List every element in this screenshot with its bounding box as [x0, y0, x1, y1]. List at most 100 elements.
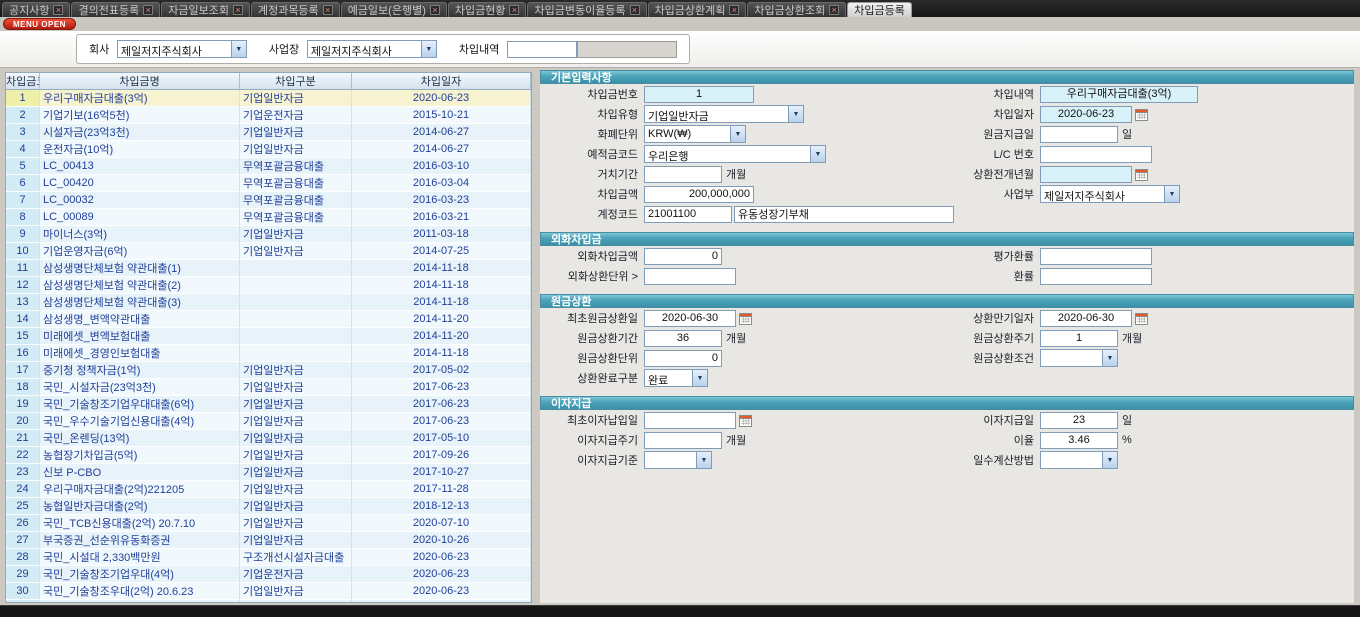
table-row[interactable]: 1우리구매자금대출(3억)기업일반자금2020-06-23 [6, 90, 531, 107]
loan-desc-field[interactable]: 우리구매자금대출(3억) [1040, 86, 1198, 103]
tab-결의전표등록[interactable]: 결의전표등록× [71, 2, 160, 17]
table-row[interactable]: 5LC_00413무역포괄금융대출2016-03-10 [6, 158, 531, 175]
loan-amount-input[interactable] [644, 186, 754, 203]
grid-column-header[interactable]: 차입구분 [240, 73, 352, 90]
principal-pay-day-input[interactable] [1040, 126, 1118, 143]
table-row[interactable]: 29국민_기술창조기업우대(4억)기업운전자금2020-06-23 [6, 566, 531, 583]
table-row[interactable]: 19국민_기술창조기업우대대출(6억)기업일반자금2017-06-23 [6, 396, 531, 413]
tab-close-icon[interactable]: × [509, 5, 519, 15]
table-row[interactable]: 27부국증권_선순위유동화증권기업일반자금2020-10-26 [6, 532, 531, 549]
first-interest-date-input[interactable] [644, 412, 736, 429]
eval-rate-input[interactable] [1040, 248, 1152, 265]
calendar-icon[interactable] [739, 312, 752, 325]
tab-공지사항[interactable]: 공지사항× [2, 2, 70, 17]
tab-차입금상환조회[interactable]: 차입금상환조회× [747, 2, 846, 17]
currency-select[interactable]: KRW(₩) ▼ [644, 125, 746, 143]
tab-close-icon[interactable]: × [729, 5, 739, 15]
loan-type-cell: 기업일반자금 [240, 379, 352, 396]
interest-rate-input[interactable] [1040, 432, 1118, 449]
tab-자금일보조회[interactable]: 자금일보조회× [161, 2, 250, 17]
tab-close-icon[interactable]: × [829, 5, 839, 15]
table-row[interactable]: 3시설자금(23억3천)기업일반자금2014-06-27 [6, 124, 531, 141]
table-row[interactable]: 11삼성생명단체보험 약관대출(1)2014-11-18 [6, 260, 531, 277]
tab-계정과목등록[interactable]: 계정과목등록× [251, 2, 340, 17]
repay-open-ym-field[interactable] [1040, 166, 1132, 183]
interest-basis-select[interactable]: ▼ [644, 451, 712, 469]
tab-차입금상환계획[interactable]: 차입금상환계획× [648, 2, 747, 17]
first-repay-date-input[interactable] [644, 310, 736, 327]
calendar-icon[interactable] [1135, 312, 1148, 325]
loan-date-cell: 2014-06-27 [352, 124, 531, 141]
tab-예금일보(은행별)[interactable]: 예금일보(은행별)× [341, 2, 447, 17]
loan-no-field[interactable]: 1 [644, 86, 754, 103]
deposit-code-select[interactable]: 우리은행 ▼ [644, 145, 826, 163]
tab-close-icon[interactable]: × [233, 5, 243, 15]
table-row[interactable]: 17중기청 정책자금(1억)기업일반자금2017-05-02 [6, 362, 531, 379]
menu-open-button[interactable]: MENU OPEN [3, 18, 76, 30]
division-select[interactable]: 제일저지주식회사 ▼ [1040, 185, 1180, 203]
fx-amount-input[interactable] [644, 248, 722, 265]
maturity-date-input[interactable] [1040, 310, 1132, 327]
interest-cycle-input[interactable] [644, 432, 722, 449]
exchange-rate-input[interactable] [1040, 268, 1152, 285]
tab-close-icon[interactable]: × [630, 5, 640, 15]
table-row[interactable]: 15미래에셋_변액보험대출2014-11-20 [6, 328, 531, 345]
repay-condition-select[interactable]: ▼ [1040, 349, 1118, 367]
grid-column-header[interactable]: 차입금명 [40, 73, 240, 90]
repay-period-input[interactable] [644, 330, 722, 347]
loan-date-field[interactable]: 2020-06-23 [1040, 106, 1132, 123]
exchange-rate-label: 환률 [956, 268, 1040, 284]
account-name-input[interactable] [734, 206, 954, 223]
fx-unit-input[interactable] [644, 268, 736, 285]
lc-number-input[interactable] [1040, 146, 1152, 163]
repay-complete-select[interactable]: 완료 ▼ [644, 369, 708, 387]
tab-close-icon[interactable]: × [143, 5, 153, 15]
table-row[interactable]: 22농협장기차입금(5억)기업일반자금2017-09-26 [6, 447, 531, 464]
table-row[interactable]: 10기업운영자금(6억)기업일반자금2014-07-25 [6, 243, 531, 260]
loan-desc-input[interactable] [507, 41, 577, 58]
table-row[interactable]: 28국민_시설대 2,330백만원구조개선시설자금대출2020-06-23 [6, 549, 531, 566]
grace-period-input[interactable] [644, 166, 722, 183]
tab-close-icon[interactable]: × [323, 5, 333, 15]
table-row[interactable]: 13삼성생명단체보험 약관대출(3)2014-11-18 [6, 294, 531, 311]
loan-date-cell: 2011-03-18 [352, 226, 531, 243]
table-row[interactable]: 21국민_온렌딩(13억)기업일반자금2017-05-10 [6, 430, 531, 447]
grid-column-header[interactable]: 차입금코드 [6, 73, 40, 90]
table-row[interactable]: 25농협일반자금대출(2억)기업일반자금2018-12-13 [6, 498, 531, 515]
repay-cycle-input[interactable] [1040, 330, 1118, 347]
table-row[interactable]: 18국민_시설자금(23억3천)기업일반자금2017-06-23 [6, 379, 531, 396]
loan-type-cell: 기업일반자금 [240, 243, 352, 260]
table-row[interactable]: 31국민_온렌딩 (13억) 20.03.16기업일반자금2020-03-16 [6, 600, 531, 603]
grid-column-header[interactable]: 차입일자 [352, 73, 531, 90]
day-calc-select[interactable]: ▼ [1040, 451, 1118, 469]
loan-type-cell: 기업일반자금 [240, 413, 352, 430]
company-select[interactable]: 제일저지주식회사 ▼ [117, 40, 247, 58]
tab-차입금등록[interactable]: 차입금등록 [847, 2, 912, 17]
table-row[interactable]: 8LC_00089무역포괄금융대출2016-03-21 [6, 209, 531, 226]
table-row[interactable]: 14삼성생명_변액약관대출2014-11-20 [6, 311, 531, 328]
table-row[interactable]: 16미래에셋_경영인보험대출2014-11-18 [6, 345, 531, 362]
calendar-icon[interactable] [1135, 108, 1148, 121]
calendar-icon[interactable] [739, 414, 752, 427]
table-row[interactable]: 20국민_우수기술기업신용대출(4억)기업일반자금2017-06-23 [6, 413, 531, 430]
table-row[interactable]: 9마이너스(3억)기업일반자금2011-03-18 [6, 226, 531, 243]
tab-close-icon[interactable]: × [430, 5, 440, 15]
table-row[interactable]: 7LC_00032무역포괄금융대출2016-03-23 [6, 192, 531, 209]
table-row[interactable]: 30국민_기술창조우대(2억) 20.6.23기업일반자금2020-06-23 [6, 583, 531, 600]
interest-day-input[interactable] [1040, 412, 1118, 429]
account-code-input[interactable] [644, 206, 732, 223]
repay-unit-input[interactable] [644, 350, 722, 367]
table-row[interactable]: 23신보 P-CBO기업일반자금2017-10-27 [6, 464, 531, 481]
table-row[interactable]: 2기업기보(16억5천)기업운전자금2015-10-21 [6, 107, 531, 124]
loan-type-select[interactable]: 기업일반자금 ▼ [644, 105, 804, 123]
table-row[interactable]: 26국민_TCB신용대출(2억) 20.7.10기업일반자금2020-07-10 [6, 515, 531, 532]
tab-close-icon[interactable]: × [53, 5, 63, 15]
table-row[interactable]: 6LC_00420무역포괄금융대출2016-03-04 [6, 175, 531, 192]
table-row[interactable]: 4운전자금(10억)기업일반자금2014-06-27 [6, 141, 531, 158]
table-row[interactable]: 12삼성생명단체보험 약관대출(2)2014-11-18 [6, 277, 531, 294]
tab-차입금변동이율등록[interactable]: 차입금변동이율등록× [527, 2, 646, 17]
site-select[interactable]: 제일저지주식회사 ▼ [307, 40, 437, 58]
table-row[interactable]: 24우리구매자금대출(2억)221205기업일반자금2017-11-28 [6, 481, 531, 498]
calendar-icon[interactable] [1135, 168, 1148, 181]
tab-차입금현황[interactable]: 차입금현황× [448, 2, 527, 17]
